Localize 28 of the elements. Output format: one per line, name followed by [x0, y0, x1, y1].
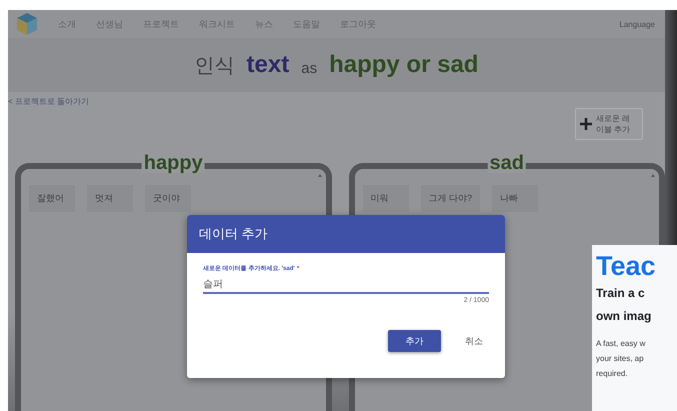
- training-example[interactable]: 굿이야: [145, 185, 191, 212]
- heading-connector: as: [301, 60, 318, 76]
- dialog-title: 데이터 추가: [187, 215, 505, 253]
- side-body-text: A fast, easy w: [596, 338, 646, 350]
- add-label-button[interactable]: 새로운 레이블 추가: [575, 108, 643, 140]
- side-heading: Teac: [596, 251, 657, 282]
- add-button[interactable]: 추가: [388, 330, 441, 352]
- training-example[interactable]: 잘했어: [29, 185, 75, 212]
- side-body-text: required.: [596, 368, 629, 380]
- side-subheading: Train a c: [596, 285, 646, 302]
- training-example[interactable]: 그게 다야?: [420, 185, 480, 212]
- bucket-title: sad: [488, 153, 526, 173]
- heading-type: text: [246, 51, 290, 79]
- scroll-up-icon[interactable]: [318, 173, 322, 177]
- side-body-text: your sites, ap: [596, 353, 645, 365]
- heading-labels: happy or sad: [329, 51, 478, 79]
- training-example[interactable]: 미워: [362, 185, 408, 212]
- back-link[interactable]: < 프로젝트로 돌아가기: [8, 96, 90, 107]
- cancel-button[interactable]: 취소: [459, 330, 489, 352]
- language-menu[interactable]: Language: [619, 20, 655, 28]
- heading-prefix: 인식: [194, 54, 235, 78]
- plus-icon: [580, 118, 592, 130]
- training-example[interactable]: 나빠: [492, 185, 538, 212]
- cube-logo-icon[interactable]: [16, 12, 38, 36]
- scroll-up-icon[interactable]: [651, 173, 655, 177]
- side-subheading: own imag: [596, 308, 652, 325]
- bucket-title: happy: [142, 153, 205, 173]
- training-example[interactable]: 멋져: [87, 185, 133, 212]
